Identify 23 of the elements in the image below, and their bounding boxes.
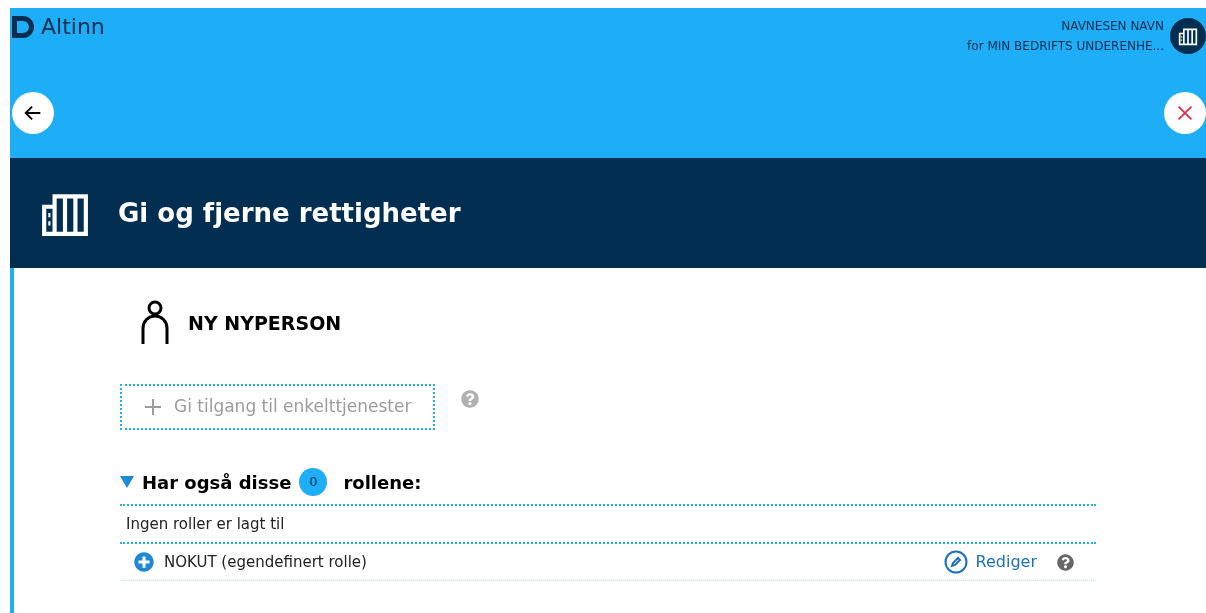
edit-link[interactable]: Rediger: [943, 550, 1037, 574]
section-title: Har også disse: [142, 470, 292, 495]
logo-text: Altinn: [41, 16, 105, 38]
add-service-button[interactable]: Gi tilgang til enkelttjenester: [120, 384, 436, 430]
account-button[interactable]: [1170, 18, 1206, 54]
add-icon[interactable]: [134, 552, 154, 572]
pencil-icon: [943, 550, 968, 574]
organization-name: for MIN BEDRIFTS UNDERENHE...: [967, 38, 1164, 55]
close-button[interactable]: [1164, 92, 1206, 134]
building-icon: [1178, 26, 1198, 46]
role-name: NOKUT (egendefinert rolle): [164, 551, 368, 573]
count-badge: 0: [299, 468, 328, 496]
section-title: rollene:: [343, 470, 422, 495]
expand-toggle[interactable]: [120, 475, 134, 489]
user-name: NAVNESEN NAVN: [1061, 18, 1164, 35]
person-name: NY NYPERSON: [188, 310, 342, 336]
logo-icon: [12, 16, 34, 38]
plus-icon: [144, 398, 162, 416]
help-icon[interactable]: [1057, 553, 1074, 571]
person-icon: [140, 300, 170, 346]
empty-message: Ingen roller er lagt til: [126, 515, 285, 533]
page-title: Gi og fjerne rettigheter: [118, 196, 461, 230]
back-button[interactable]: [12, 92, 54, 134]
